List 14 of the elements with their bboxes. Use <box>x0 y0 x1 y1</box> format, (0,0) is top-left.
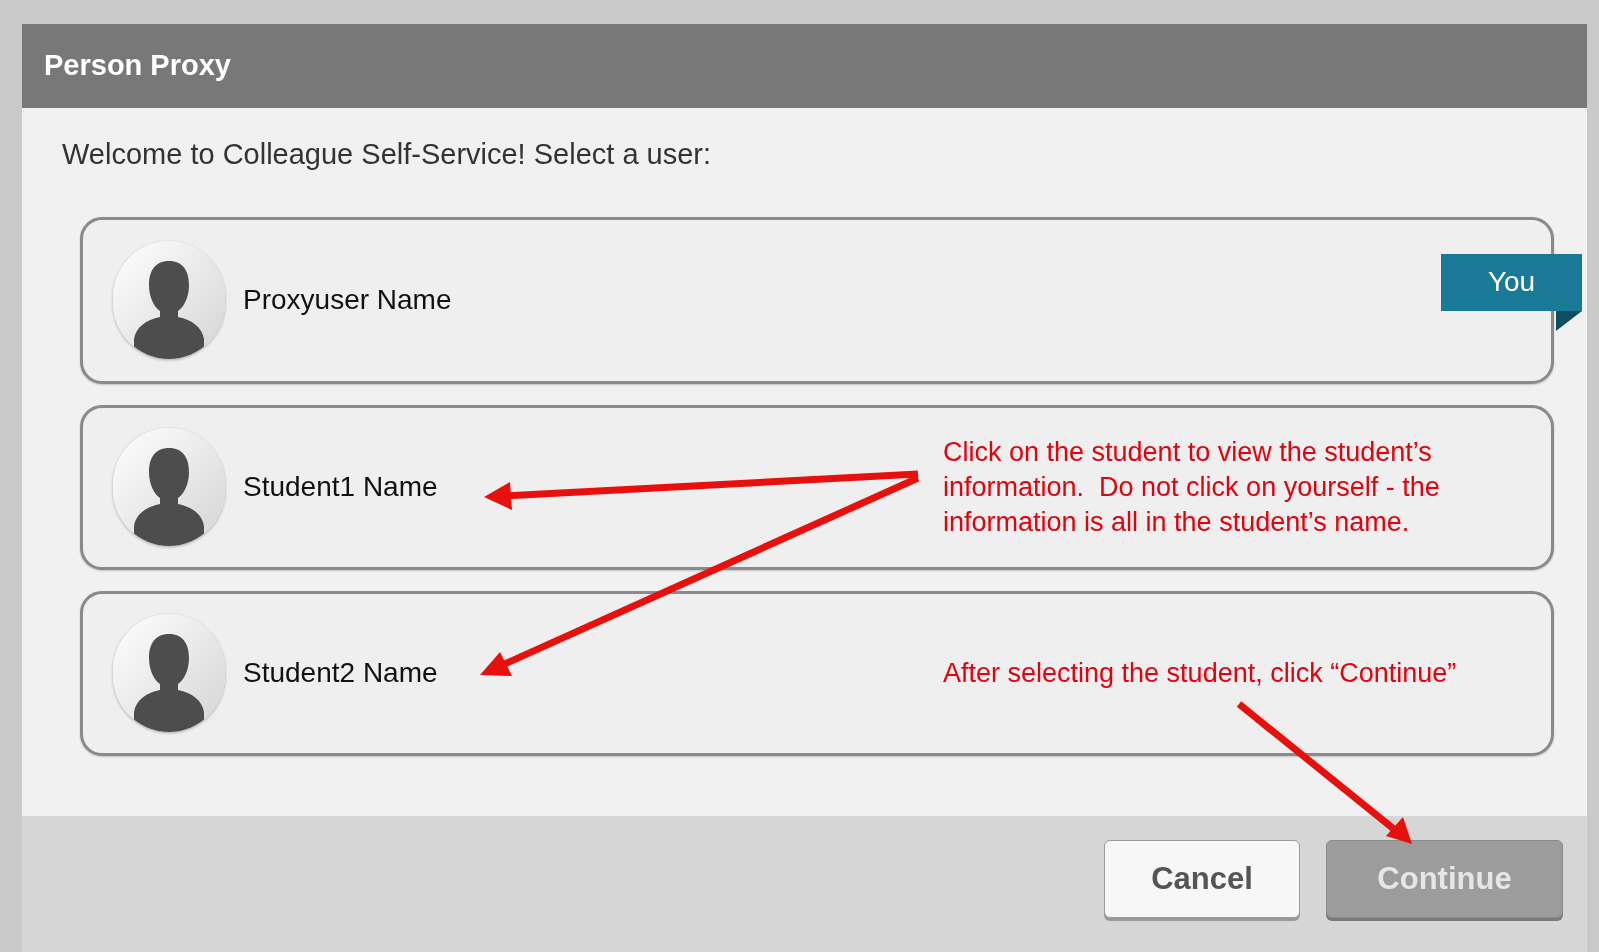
welcome-prompt: Welcome to Colleague Self-Service! Select a user: <box>62 137 713 172</box>
person-silhouette-icon <box>134 446 204 546</box>
annotation-note: Click on the student to view the student’s information. Do not click on yourself - the information is all in the student’s name. <box>943 435 1441 539</box>
person-silhouette-icon <box>134 632 204 732</box>
ribbon-fold-icon <box>1556 310 1582 331</box>
user-name: Student1 Name <box>243 470 439 504</box>
dialog-button[interactable]: Cancel <box>1104 840 1300 918</box>
person-silhouette-icon <box>134 259 204 359</box>
user-card[interactable]: Student2 Name After selecting the student, click “Continue” <box>80 590 1554 756</box>
annotation-note: After selecting the student, click “Continue” <box>943 656 1458 690</box>
user-name: Student2 Name <box>243 656 439 690</box>
user-name: Proxyuser Name <box>243 283 453 317</box>
dialog-title: Person Proxy <box>44 48 231 84</box>
user-card[interactable]: Student1 Name Click on the student to view the student’s information. Do not click on yourself - the information is all in the student’s name. <box>80 404 1554 570</box>
